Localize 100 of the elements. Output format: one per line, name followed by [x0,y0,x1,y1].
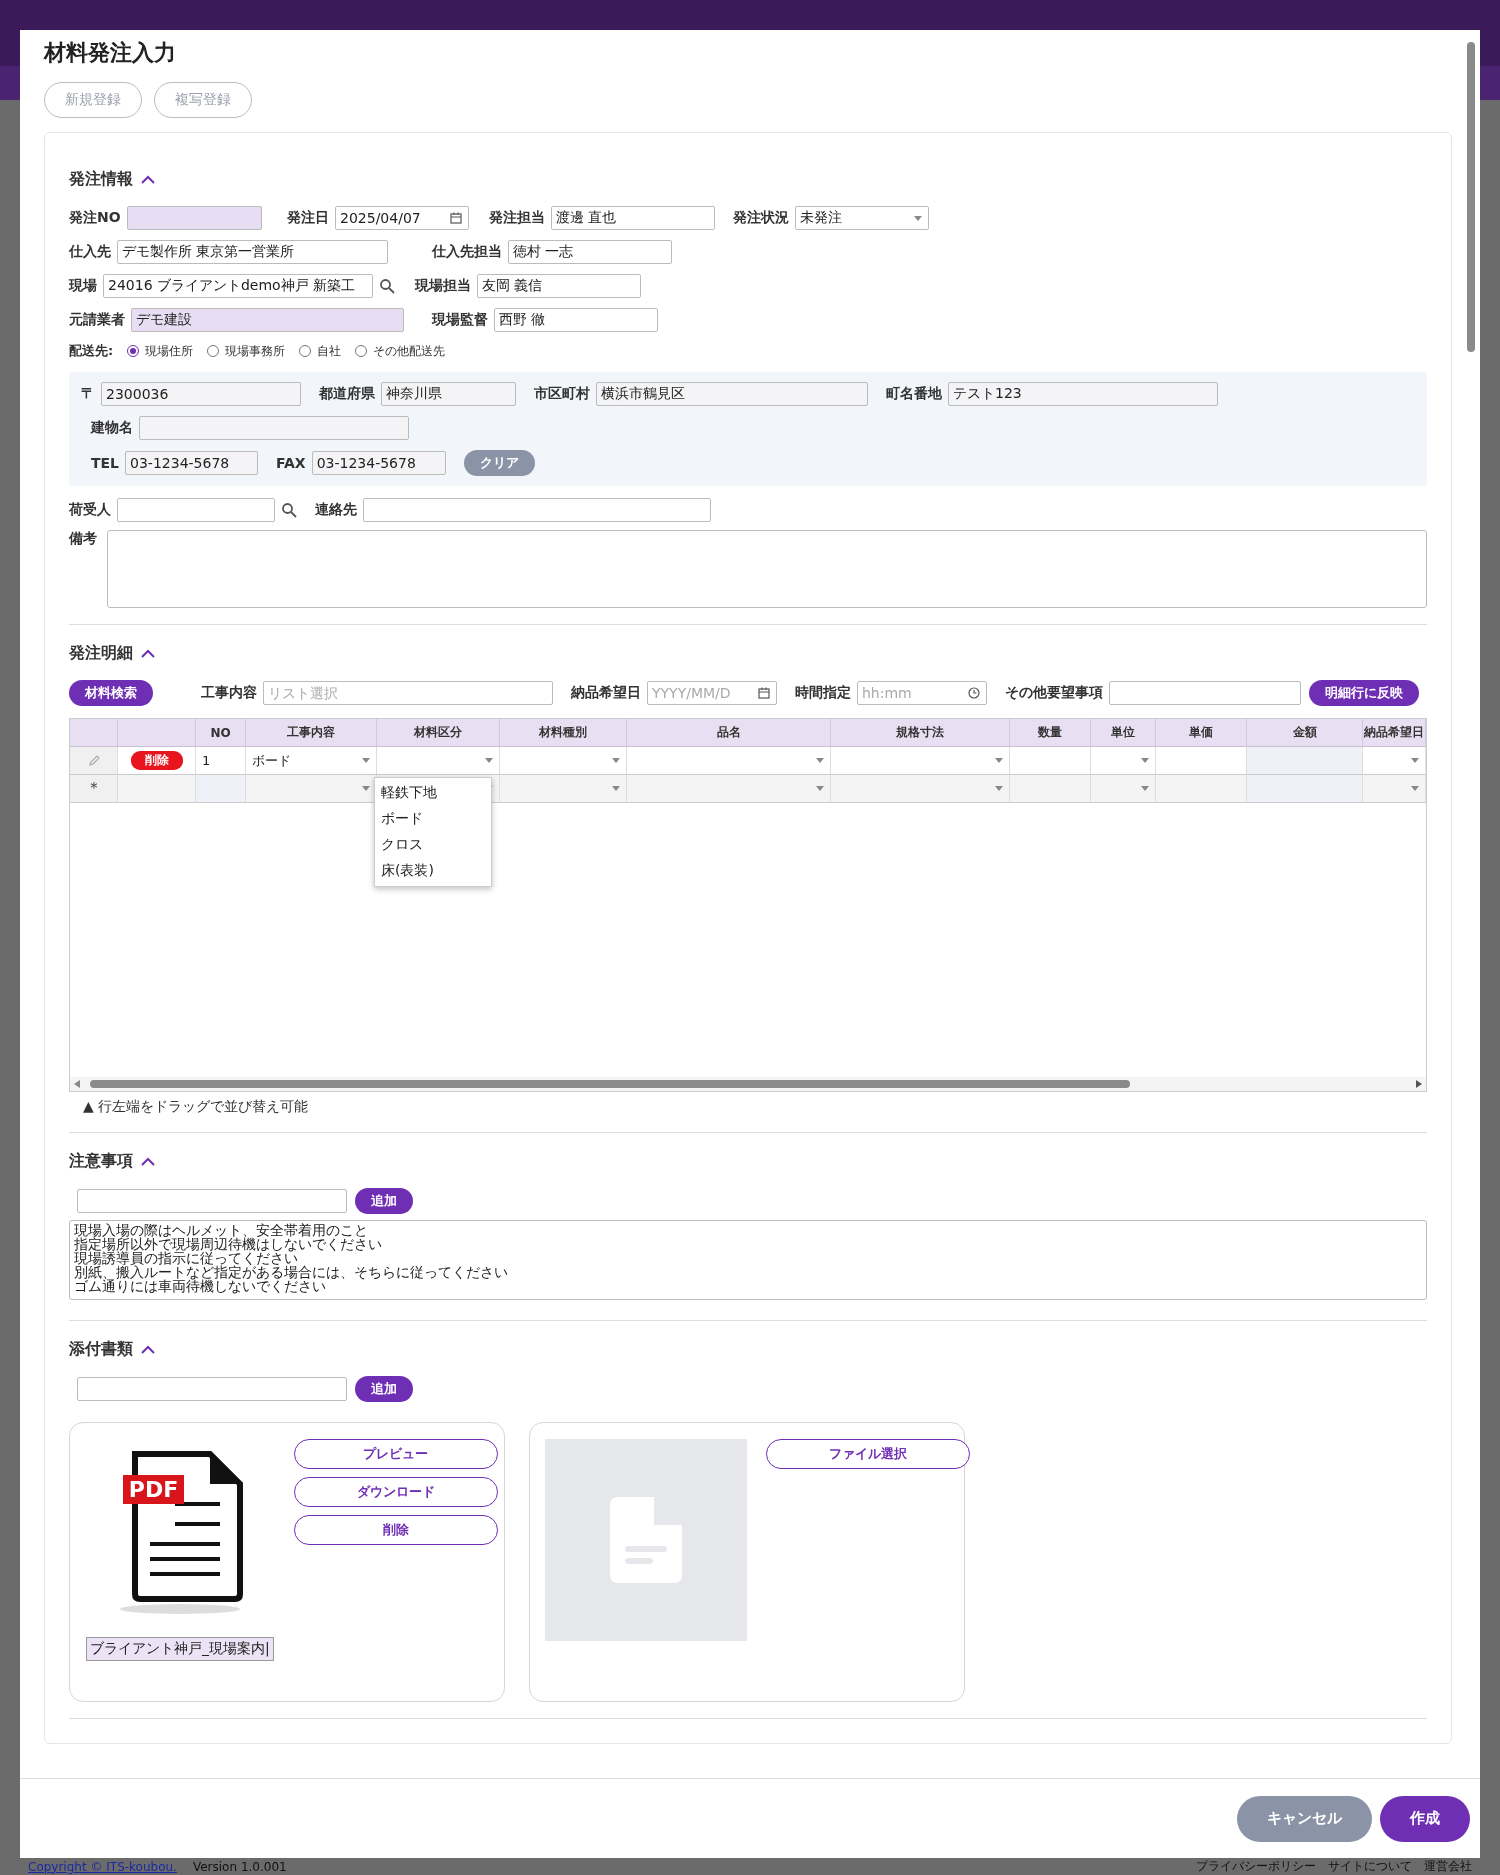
chevron-up-icon[interactable] [141,1345,155,1354]
scroll-right-icon[interactable] [1416,1080,1422,1088]
column-header[interactable]: 単価 [1156,719,1247,747]
column-header[interactable]: NO [196,719,246,747]
select-cell[interactable] [1363,747,1426,775]
column-header[interactable]: 品名 [627,719,831,747]
input-field[interactable]: 横浜市鶴見区 [596,382,868,406]
input-field[interactable] [1109,681,1301,705]
date-field[interactable]: 2025/04/07 [335,206,469,230]
input-field[interactable]: 徳村 一志 [508,240,672,264]
dropdown-option[interactable]: 軽鉄下地 [375,780,491,806]
input-field[interactable]: 友岡 義信 [477,274,641,298]
column-header[interactable]: 納品希望日 [1363,719,1426,747]
select-cell[interactable] [831,747,1010,775]
input-field[interactable]: テスト123 [948,382,1218,406]
caret-down-icon [612,786,620,791]
search-icon[interactable] [281,502,297,518]
create-button[interactable]: 作成 [1380,1795,1470,1842]
calendar-icon[interactable] [450,212,462,224]
row-handle-cell[interactable] [70,747,118,775]
search-icon[interactable] [379,278,395,294]
column-header[interactable]: 工事内容 [246,719,377,747]
select-cell[interactable]: ボード [246,747,377,775]
input-field[interactable] [77,1189,347,1213]
field-label: 元請業者 [69,311,125,329]
input-field[interactable] [139,416,409,440]
clock-icon[interactable] [968,687,980,699]
new-row-marker: ＊ [85,778,102,799]
dropdown-option[interactable]: 床(表装) [375,858,491,884]
table-cell[interactable] [1156,775,1247,803]
file-action-button[interactable]: 削除 [293,1515,498,1545]
footer-link[interactable]: サイトについて [1328,1858,1412,1875]
select-cell[interactable] [1091,775,1156,803]
file-action-button[interactable]: ファイル選択 [766,1439,970,1469]
radio-option[interactable]: 自社 [299,342,342,360]
radio-option[interactable]: 現場住所 [127,342,194,360]
input-field[interactable]: 24016 ブライアントdemo神戸 新築工 [103,274,373,298]
input-field[interactable]: デモ建設 [131,308,404,332]
column-header[interactable]: 単位 [1091,719,1156,747]
column-header[interactable]: 材料区分 [377,719,500,747]
hint-text: ▲ 行左端をドラッグで並び替え可能 [83,1098,310,1116]
scrollbar-thumb[interactable] [90,1080,1130,1088]
radio-option[interactable]: 現場事務所 [207,342,286,360]
column-header[interactable]: 金額 [1247,719,1363,747]
section-heading: 発注明細 [69,643,133,664]
column-header[interactable]: 材料種別 [500,719,627,747]
chevron-up-icon[interactable] [141,1157,155,1166]
delete-row-button[interactable]: 削除 [130,751,183,770]
material-search-button[interactable]: 材料検索 [69,680,153,706]
footer-link[interactable]: 運営会社 [1424,1858,1472,1875]
input-field[interactable]: デモ製作所 東京第一営業所 [117,240,388,264]
input-field[interactable] [117,498,275,522]
select-cell[interactable] [246,775,377,803]
caret-down-icon [1411,786,1419,791]
calendar-icon[interactable] [758,687,770,699]
select-cell[interactable] [500,747,627,775]
add-button[interactable]: 追加 [355,1376,413,1402]
input-field[interactable]: 03-1234-5678 [125,451,259,475]
column-header[interactable]: 数量 [1010,719,1091,747]
select-cell[interactable] [627,747,831,775]
scroll-left-icon[interactable] [74,1080,80,1088]
input-field[interactable] [126,206,262,230]
notices-textarea[interactable]: 現場入場の際はヘルメット、安全帯着用のこと 指定場所以外で現場周辺待機はしないでください 現場誘導員の指示に従ってください 別紙、搬入ルートなど指定がある場合には、そちらに従ってください ゴム通りには車両待機しないでください [69,1220,1427,1300]
table-cell[interactable] [1156,747,1247,775]
input-field[interactable]: 渡邊 直也 [551,206,715,230]
radio-option[interactable]: その他配送先 [355,342,446,360]
file-name-field[interactable]: ブライアント神戸_現場案内| [86,1637,274,1661]
add-button[interactable]: 追加 [355,1188,413,1214]
footer-link[interactable]: プライバシーポリシー [1196,1858,1316,1875]
input-field[interactable]: 2300036 [101,382,301,406]
chevron-up-icon[interactable] [141,175,155,184]
input-field[interactable]: 03-1234-5678 [311,451,446,475]
status-select[interactable]: 未発注 [795,206,929,230]
dropdown-option[interactable]: クロス [375,832,491,858]
input-field[interactable]: 神奈川県 [381,382,516,406]
select-cell[interactable] [1363,775,1426,803]
file-action-button[interactable]: プレビュー [293,1439,498,1469]
field-label: その他要望事項 [1005,684,1103,702]
table-cell[interactable] [1010,747,1091,775]
select-cell[interactable] [1091,747,1156,775]
column-header[interactable]: 規格寸法 [831,719,1010,747]
dropdown-option[interactable]: ボード [375,806,491,832]
apply-to-rows-button[interactable]: 明細行に反映 [1309,680,1419,706]
remarks-textarea[interactable] [107,530,1427,608]
select-cell[interactable] [377,747,500,775]
pencil-icon[interactable] [87,754,100,767]
chevron-up-icon[interactable] [141,649,155,658]
file-action-button[interactable]: ダウンロード [293,1477,498,1507]
select-cell[interactable] [831,775,1010,803]
select-cell[interactable] [627,775,831,803]
input-field[interactable]: リスト選択 [263,681,553,705]
input-field[interactable] [77,1377,347,1401]
input-field[interactable]: 西野 徹 [494,308,658,332]
select-cell[interactable] [500,775,627,803]
row-handle-cell[interactable]: ＊ [70,775,118,803]
caret-down-icon [362,786,370,791]
input-field[interactable] [363,498,711,522]
scrollbar-thumb[interactable] [1467,42,1475,352]
header-cell [70,719,118,747]
table-cell[interactable] [1010,775,1091,803]
